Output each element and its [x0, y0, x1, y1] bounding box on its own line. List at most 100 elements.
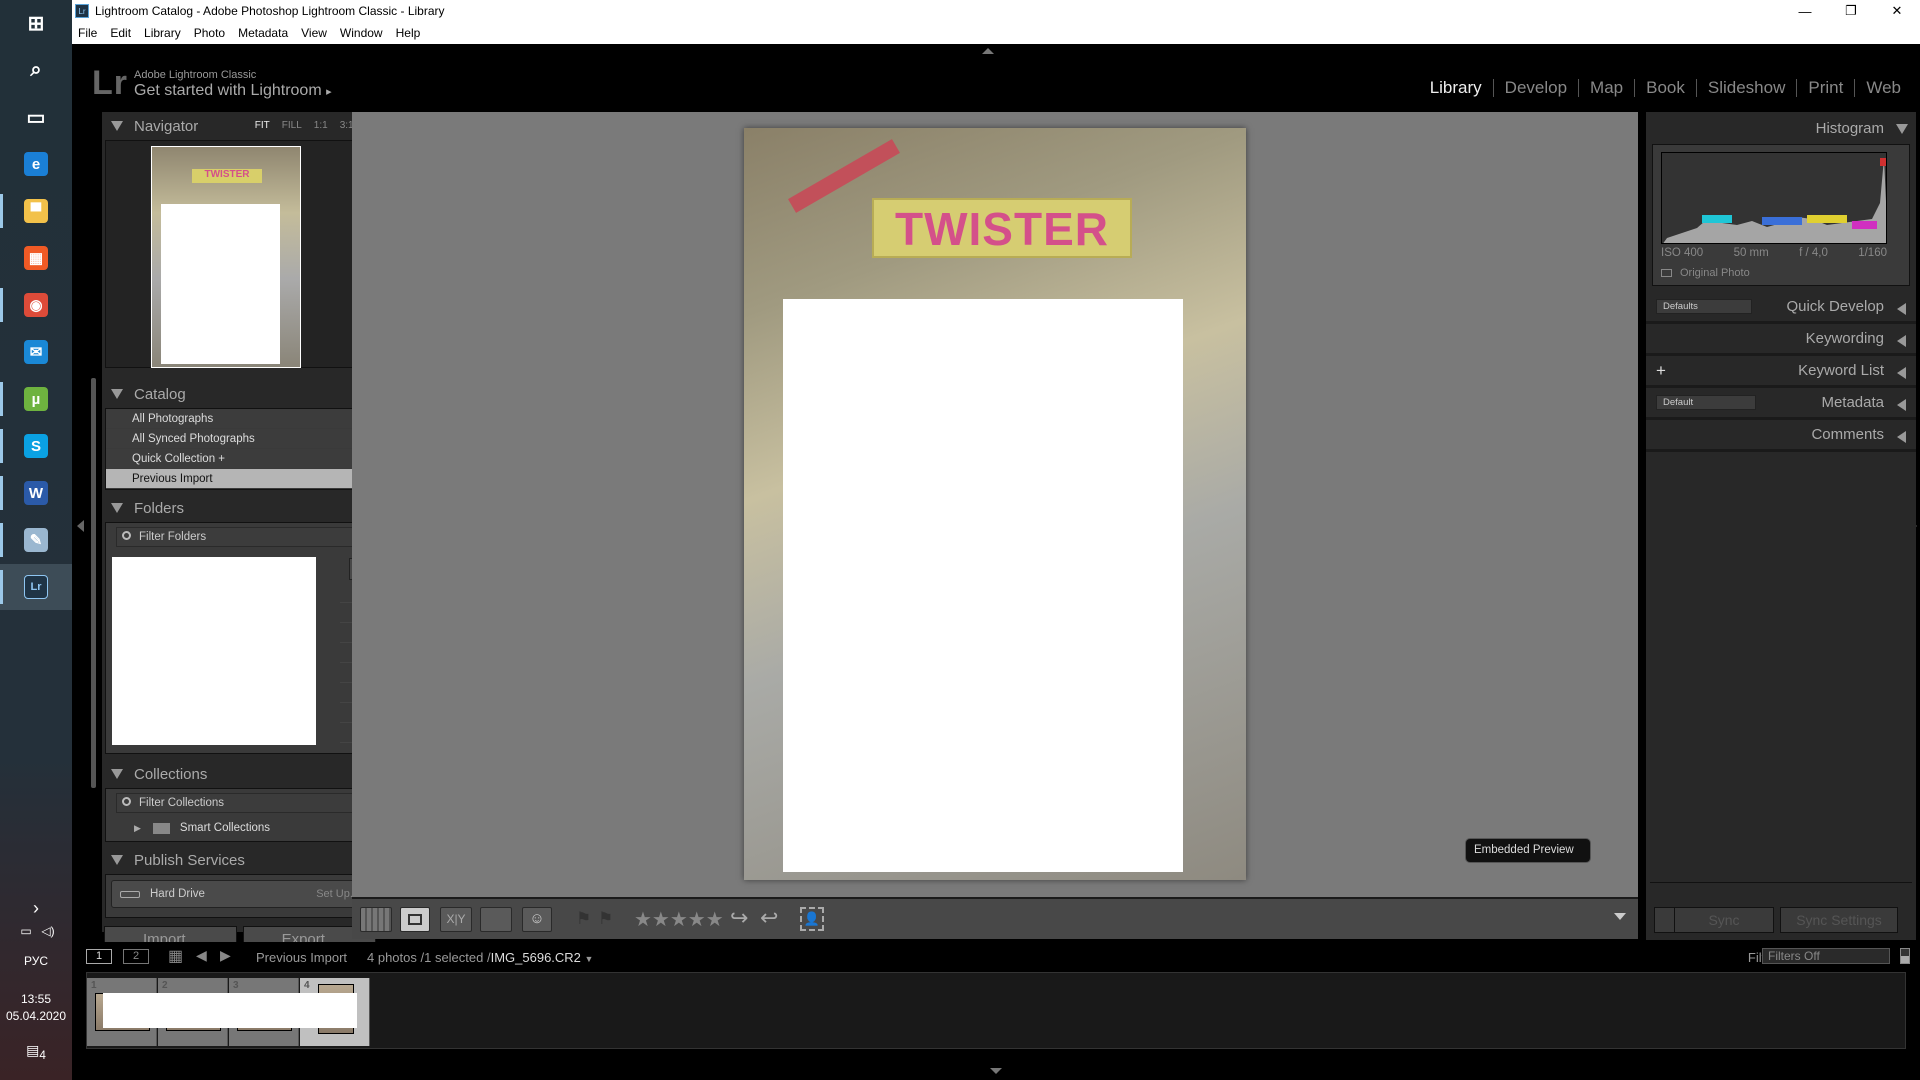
toolbar-menu-icon[interactable] — [1614, 913, 1626, 920]
rotate-left-icon[interactable]: ↪ — [730, 905, 748, 931]
grid-view-button[interactable] — [360, 907, 392, 932]
taskbar-store[interactable]: ▦ — [0, 235, 72, 281]
filter-folders-input[interactable]: Filter Folders — [116, 527, 364, 547]
filter-collections-input[interactable]: Filter Collections — [116, 793, 364, 813]
left-panel-toggle[interactable] — [77, 520, 84, 532]
taskbar-mail[interactable]: ✉ — [0, 329, 72, 375]
close-button[interactable]: ✕ — [1874, 0, 1920, 22]
survey-view-button[interactable] — [480, 907, 512, 932]
menu-edit[interactable]: Edit — [110, 26, 131, 40]
add-keyword-icon[interactable]: + — [1656, 361, 1666, 381]
preset-select[interactable]: Default — [1656, 395, 1756, 410]
zoom-fit[interactable]: FIT — [255, 120, 270, 131]
module-map[interactable]: Map — [1579, 78, 1634, 98]
filter-preset-select[interactable]: Filters Off — [1762, 948, 1890, 964]
forward-arrow-icon[interactable]: ▶ — [220, 947, 231, 964]
histogram-header[interactable]: Histogram — [1646, 112, 1916, 144]
taskbar-skype[interactable]: S — [0, 423, 72, 469]
auto-sync-switch[interactable] — [1655, 908, 1675, 932]
show-hidden-icons[interactable]: › — [0, 898, 72, 919]
taskbar-chrome[interactable]: ◉ — [0, 282, 72, 328]
main-view[interactable]: TWISTER Embedded Preview — [352, 112, 1638, 897]
secondary-window-button[interactable]: 2 — [123, 949, 149, 964]
menu-file[interactable]: File — [78, 26, 97, 40]
catalog-item[interactable]: All Photographs57 — [106, 409, 374, 429]
pick-flag-icon[interactable]: ⚑ — [576, 909, 591, 929]
catalog-header[interactable]: Catalog — [102, 380, 378, 408]
people-view-button[interactable]: ☺ — [522, 907, 552, 932]
clock-date[interactable]: 05.04.2020 — [0, 1009, 72, 1023]
draw-face-region-icon[interactable]: 👤 — [800, 907, 824, 931]
left-panel-scrollbar[interactable] — [91, 378, 96, 788]
grid-icon[interactable]: ▦ — [168, 946, 183, 966]
module-develop[interactable]: Develop — [1494, 78, 1578, 98]
main-window-button[interactable]: 1 — [86, 949, 112, 964]
catalog-item[interactable]: All Synced Photographs0 — [106, 429, 374, 449]
language-indicator[interactable]: РУС — [0, 954, 72, 968]
panel-keyword-list[interactable]: + Keyword List — [1646, 356, 1916, 388]
preset-select[interactable]: Defaults — [1656, 299, 1752, 314]
reject-flag-icon[interactable]: ⚑ — [598, 909, 613, 929]
get-started-link[interactable]: Get started with Lightroom ▸ — [134, 82, 332, 100]
navigator-thumbnail[interactable]: TWISTER — [151, 146, 301, 368]
panel-comments[interactable]: Comments — [1646, 420, 1916, 452]
taskbar-word[interactable]: W — [0, 470, 72, 516]
folders-header[interactable]: Folders + — [102, 494, 378, 522]
module-book[interactable]: Book — [1635, 78, 1696, 98]
top-panel-toggle[interactable] — [982, 48, 994, 54]
publish-services-header[interactable]: Publish Services + — [102, 846, 378, 874]
hard-drive-service[interactable]: Hard Drive Set Up... — [111, 880, 369, 908]
sync-settings-button[interactable]: Sync Settings — [1780, 907, 1898, 933]
taskbar-utorrent[interactable]: µ — [0, 376, 72, 422]
menu-library[interactable]: Library — [144, 26, 181, 40]
taskbar-search[interactable]: ⌕ — [0, 47, 72, 93]
minimize-button[interactable]: — — [1782, 0, 1828, 22]
menu-photo[interactable]: Photo — [194, 26, 225, 40]
menu-help[interactable]: Help — [396, 26, 421, 40]
module-slideshow[interactable]: Slideshow — [1697, 78, 1797, 98]
loupe-view-button[interactable] — [400, 907, 430, 932]
histogram-chart[interactable] — [1661, 152, 1887, 244]
navigator-header[interactable]: Navigator FITFILL1:13:1⇕ — [102, 112, 378, 140]
back-arrow-icon[interactable]: ◀ — [196, 947, 207, 964]
compare-view-button[interactable]: X|Y — [440, 907, 472, 932]
filename-dropdown-icon[interactable]: ▼ — [585, 954, 594, 964]
menu-metadata[interactable]: Metadata — [238, 26, 288, 40]
checkbox-icon[interactable] — [1661, 269, 1672, 277]
clock-time[interactable]: 13:55 — [0, 992, 72, 1006]
taskbar-start[interactable]: ⊞ — [0, 0, 72, 46]
restore-button[interactable]: ❐ — [1828, 0, 1874, 22]
navigator-preview[interactable]: TWISTER — [105, 140, 375, 368]
panel-quick-develop[interactable]: Defaults Quick Develop — [1646, 292, 1916, 324]
module-print[interactable]: Print — [1797, 78, 1854, 98]
module-web[interactable]: Web — [1855, 78, 1912, 98]
catalog-item[interactable]: Quick Collection +3 — [106, 449, 374, 469]
focal-length: 50 mm — [1733, 247, 1769, 259]
zoom-1-1[interactable]: 1:1 — [314, 120, 328, 131]
module-library[interactable]: Library — [1419, 78, 1493, 98]
taskbar-edge[interactable]: e — [0, 141, 72, 187]
selected-filename[interactable]: IMG_5696.CR2 — [491, 950, 581, 965]
panel-metadata[interactable]: Default Metadata — [1646, 388, 1916, 420]
filmstrip-toggle[interactable] — [990, 1068, 1002, 1074]
notifications-icon[interactable]: ▤4 — [0, 1042, 72, 1062]
filmstrip-source[interactable]: Previous Import — [256, 950, 347, 965]
smart-collections-item[interactable]: ▶ Smart Collections — [106, 817, 374, 839]
rotate-right-icon[interactable]: ↩ — [760, 905, 778, 931]
taskbar-paint[interactable]: ✎ — [0, 517, 72, 563]
taskbar-lightroom[interactable]: Lr — [0, 564, 72, 610]
star-rating[interactable]: ★★★★★ — [634, 907, 724, 932]
panel-keywording[interactable]: Keywording — [1646, 324, 1916, 356]
collections-header[interactable]: Collections + — [102, 760, 378, 788]
menu-view[interactable]: View — [301, 26, 327, 40]
taskbar-file-explorer[interactable]: ▀ — [0, 188, 72, 234]
original-photo-toggle[interactable]: Original Photo — [1661, 267, 1750, 279]
zoom-fill[interactable]: FILL — [282, 120, 302, 131]
loupe-photo[interactable]: TWISTER — [744, 128, 1246, 880]
taskbar-task-view[interactable]: ▭ — [0, 94, 72, 140]
filter-lock-toggle[interactable] — [1900, 948, 1910, 964]
catalog-item[interactable]: Previous Import4 — [106, 469, 374, 489]
sync-button[interactable]: Sync — [1654, 907, 1774, 933]
catalog-item-label: Previous Import — [132, 472, 213, 485]
menu-window[interactable]: Window — [340, 26, 383, 40]
